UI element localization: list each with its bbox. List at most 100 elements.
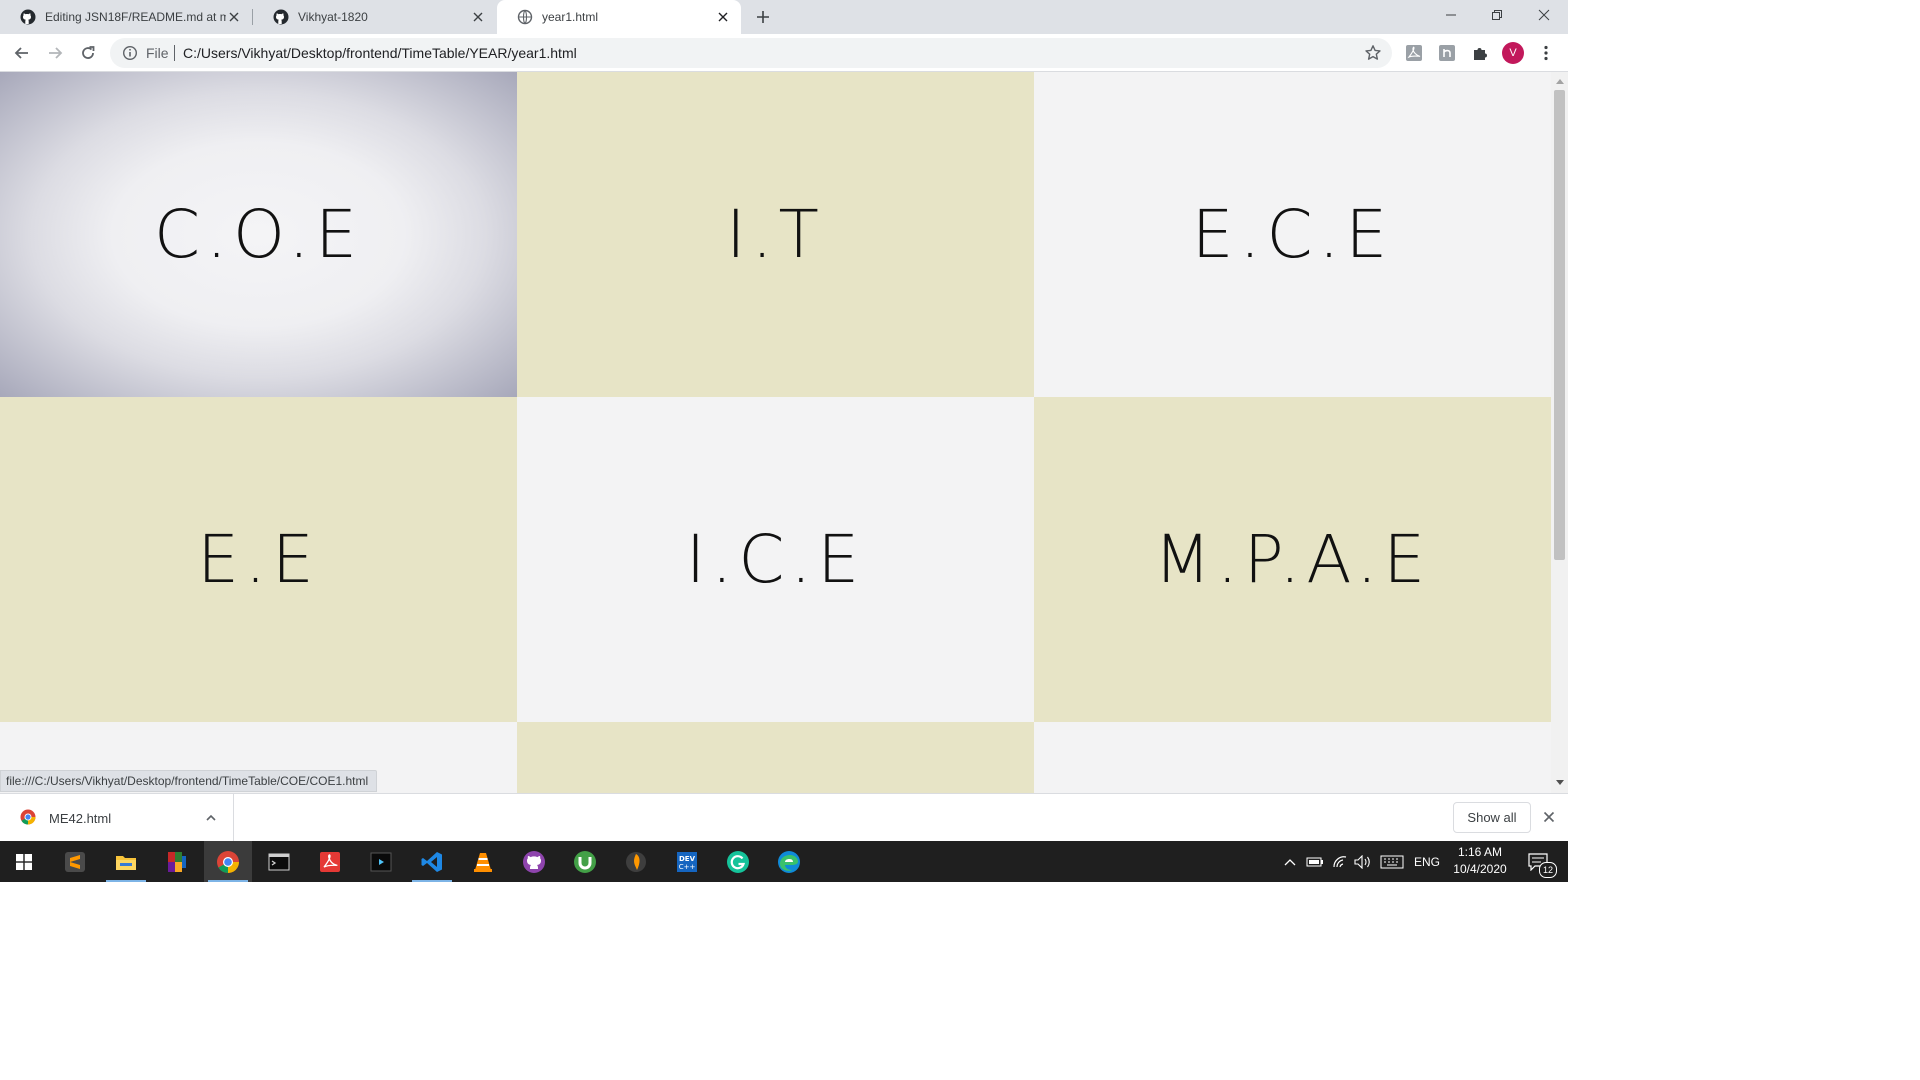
taskbar-vscode[interactable]: [408, 841, 456, 882]
taskbar-github-desktop[interactable]: [510, 841, 558, 882]
start-button[interactable]: [0, 841, 48, 882]
tab-editing-readme[interactable]: Editing JSN18F/README.md at m: [0, 0, 252, 34]
url-text[interactable]: C:/Users/Vikhyat/Desktop/frontend/TimeTa…: [183, 45, 577, 61]
keyboard-icon: [1380, 855, 1404, 868]
battery-status[interactable]: [1304, 841, 1326, 882]
start-icon: [16, 853, 32, 870]
chevron-up-icon[interactable]: [204, 811, 218, 825]
download-filename: ME42.html: [49, 811, 112, 826]
tile-ice[interactable]: I.C.E: [517, 397, 1034, 722]
tile-label: C.O.E: [153, 196, 364, 273]
new-tab-button[interactable]: [754, 8, 772, 26]
windows-taskbar: DEV C++ ENG 1:16 AM 10/4/2020 12: [0, 841, 1568, 882]
restore-icon: [1492, 10, 1502, 20]
tab-strip: Editing JSN18F/README.md at m Vikhyat-18…: [0, 0, 1568, 34]
tab-close-icon[interactable]: [226, 9, 242, 25]
download-shelf: ME42.html Show all: [0, 793, 1568, 841]
tab-vikhyat-1820[interactable]: Vikhyat-1820: [253, 0, 496, 34]
taskbar-file-explorer[interactable]: [102, 841, 150, 882]
tile-row3-col2[interactable]: [517, 722, 1034, 793]
translate-extension-button[interactable]: [1437, 43, 1457, 63]
sublime-text-icon: [65, 851, 85, 872]
input-language[interactable]: ENG: [1411, 841, 1443, 882]
vertical-scrollbar[interactable]: [1551, 72, 1568, 793]
tab-title: year1.html: [542, 10, 599, 24]
github-desktop-icon: [523, 850, 545, 873]
scroll-up-arrow-icon[interactable]: [1555, 76, 1564, 85]
tile-it[interactable]: I.T: [517, 72, 1034, 397]
address-bar[interactable]: File C:/Users/Vikhyat/Desktop/frontend/T…: [110, 38, 1392, 68]
bookmark-star-icon[interactable]: [1364, 44, 1382, 62]
tile-label: M.P.A.E: [1153, 521, 1432, 598]
back-button[interactable]: [11, 42, 33, 64]
show-hidden-icons-button[interactable]: [1280, 841, 1300, 882]
taskbar-utorrent[interactable]: [561, 841, 609, 882]
taskbar-chrome[interactable]: [204, 841, 252, 882]
tab-close-icon[interactable]: [715, 9, 731, 25]
acrobat-icon: [320, 851, 340, 872]
touch-keyboard-button[interactable]: [1378, 841, 1406, 882]
tile-mpae[interactable]: M.P.A.E: [1034, 397, 1551, 722]
taskbar-grammarly[interactable]: [714, 841, 762, 882]
taskbar-winrar[interactable]: [153, 841, 201, 882]
chrome-icon: [217, 850, 239, 873]
pdf-extension-button[interactable]: [1404, 43, 1424, 63]
clock-time: 1:16 AM: [1457, 845, 1503, 859]
media-player-icon: [370, 852, 392, 871]
reload-button[interactable]: [77, 42, 99, 64]
close-window-button[interactable]: [1521, 0, 1567, 30]
tab-close-icon[interactable]: [470, 9, 486, 25]
notification-count-badge: 12: [1539, 862, 1557, 878]
extensions-button[interactable]: [1470, 43, 1490, 63]
taskbar-terminal[interactable]: [255, 841, 303, 882]
taskbar-edge[interactable]: [765, 841, 813, 882]
volume-control[interactable]: [1352, 841, 1374, 882]
tile-row3-col3[interactable]: [1034, 722, 1551, 793]
tile-label: I.C.E: [685, 521, 866, 598]
taskbar-devcpp[interactable]: DEV C++: [663, 841, 711, 882]
info-icon[interactable]: [122, 45, 138, 61]
utorrent-icon: [574, 850, 596, 873]
scrollbar-thumb[interactable]: [1554, 90, 1565, 560]
close-icon: [1538, 9, 1550, 21]
taskbar-media-player[interactable]: [357, 841, 405, 882]
vscode-icon: [421, 851, 442, 872]
arrow-right-icon: [49, 47, 63, 59]
puzzle-icon: [1474, 48, 1487, 60]
tile-ee[interactable]: E.E: [0, 397, 517, 722]
tab-year1[interactable]: year1.html: [497, 0, 741, 34]
github-icon: [273, 9, 289, 25]
wifi-status[interactable]: [1329, 841, 1351, 882]
taskbar-vlc[interactable]: [459, 841, 507, 882]
download-item[interactable]: ME42.html: [0, 794, 234, 841]
globe-icon: [517, 9, 533, 25]
tile-label: E.C.E: [1191, 196, 1394, 273]
svg-text:C++: C++: [679, 863, 696, 871]
restore-button[interactable]: [1474, 0, 1520, 30]
action-center-button[interactable]: 12: [1522, 841, 1557, 882]
url-separator: [174, 45, 175, 61]
tab-title: Vikhyat-1820: [298, 10, 368, 24]
running-indicator: [106, 880, 146, 882]
forward-button[interactable]: [44, 42, 66, 64]
file-explorer-icon: [116, 855, 136, 870]
scroll-down-arrow-icon[interactable]: [1555, 778, 1564, 787]
show-all-downloads-button[interactable]: Show all: [1453, 802, 1531, 833]
pdf-extension-icon: [1406, 45, 1422, 61]
taskbar-acrobat[interactable]: [306, 841, 354, 882]
tile-coe[interactable]: C.O.E: [0, 72, 517, 397]
profile-avatar[interactable]: V: [1502, 42, 1524, 64]
taskbar-fl-studio[interactable]: [612, 841, 660, 882]
tab-title: Editing JSN18F/README.md at m: [45, 10, 226, 24]
url-scheme-label: File: [146, 45, 169, 61]
tile-ece[interactable]: E.C.E: [1034, 72, 1551, 397]
wifi-icon: [1333, 855, 1347, 867]
reload-icon: [82, 46, 95, 59]
grammarly-icon: [727, 850, 749, 873]
system-clock[interactable]: 1:16 AM 10/4/2020: [1444, 844, 1516, 878]
menu-button[interactable]: [1536, 43, 1556, 63]
minimize-button[interactable]: [1428, 0, 1474, 30]
devcpp-icon: DEVC++: [677, 851, 697, 872]
taskbar-sublime-text[interactable]: [51, 841, 99, 882]
close-icon[interactable]: [1541, 809, 1557, 825]
